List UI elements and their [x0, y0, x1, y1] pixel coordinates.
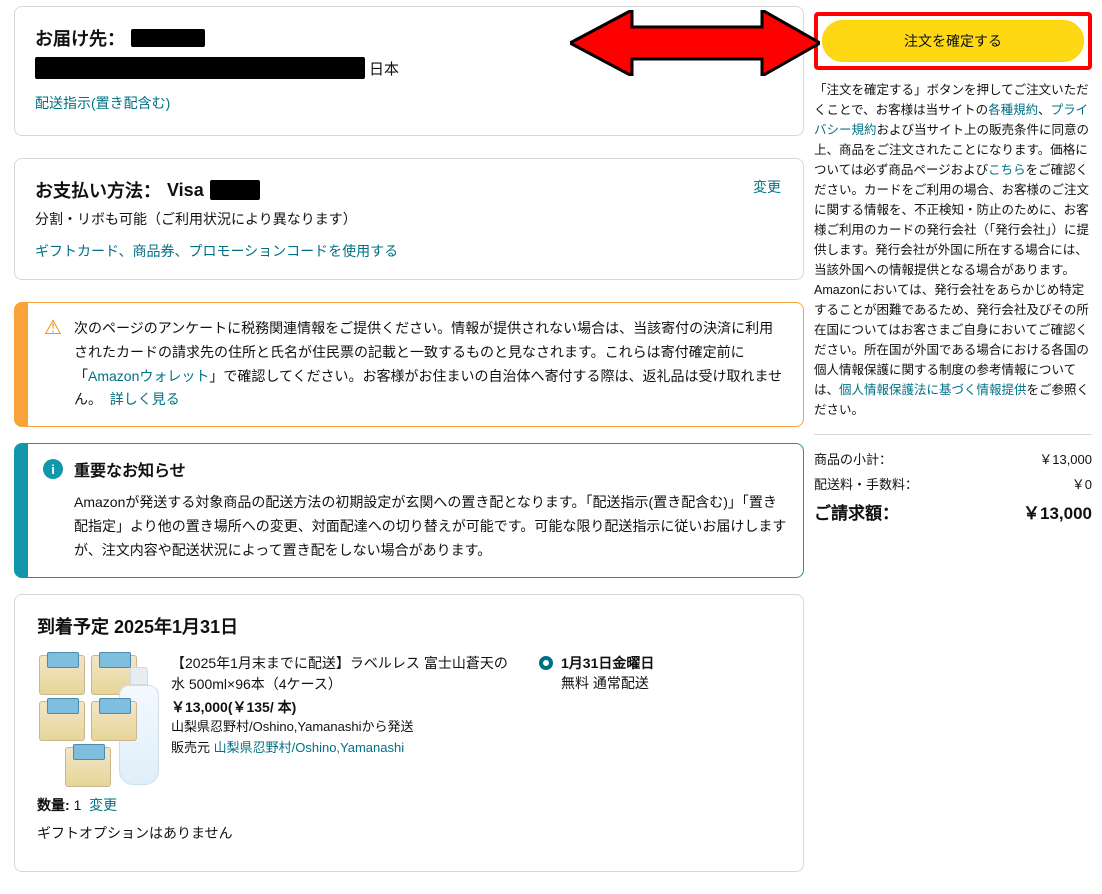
- qty-label: 数量:: [37, 797, 74, 813]
- total-label: ご請求額：: [814, 499, 899, 524]
- qty-change-link[interactable]: 変更: [89, 797, 117, 813]
- seller-prefix: 販売元: [171, 740, 214, 755]
- delivery-country: 日本: [369, 58, 399, 79]
- gift-code-link[interactable]: ギフトカード、商品券、プロモーションコードを使用する: [35, 243, 398, 259]
- delivery-address-redacted: [35, 57, 365, 79]
- legal-notice: 「注文を確定する」ボタンを押してご注文いただくことで、お客様は当サイトの各種規約…: [814, 80, 1092, 420]
- product-thumbnail: [37, 653, 157, 783]
- delivery-label: お届け先：: [35, 25, 125, 51]
- shipping-option-sub: 無料 通常配送: [561, 673, 781, 693]
- tax-warning-alert: ⚠ 次のページのアンケートに税務関連情報をご提供ください。情報が提供されない場合…: [14, 302, 804, 427]
- amazon-wallet-link[interactable]: Amazonウォレット: [88, 368, 209, 384]
- legal-comma: 、: [1038, 103, 1051, 117]
- product-ship-from: 山梨県忍野村/Oshino,Yamanashiから発送: [171, 717, 517, 738]
- tax-warning-more-link[interactable]: 詳しく見る: [110, 391, 180, 407]
- pp-law-link[interactable]: 個人情報保護法に基づく情報提供: [839, 383, 1027, 397]
- payment-method: Visa: [167, 180, 204, 201]
- legal-text-c: をご確認ください。カードをご利用の場合、お客様のご注文に関する情報を、不正検知・…: [814, 163, 1089, 397]
- here-link[interactable]: こちら: [988, 163, 1026, 177]
- subtotal-value: ￥13,000: [1039, 449, 1092, 468]
- shipping-option[interactable]: 1月31日金曜日: [539, 653, 781, 673]
- product-name: 【2025年1月末までに配送】ラベルレス 富士山蒼天の水 500ml×96本（4…: [171, 653, 517, 695]
- info-icon: i: [42, 458, 64, 480]
- subtotal-label: 商品の小計：: [814, 449, 892, 468]
- notice-title: 重要なお知らせ: [74, 458, 787, 485]
- notice-body: Amazonが発送する対象商品の配送方法の初期設定が玄関への置き配となります。「…: [74, 494, 786, 558]
- qty-value: 1: [74, 797, 82, 813]
- place-order-button[interactable]: 注文を確定する: [822, 20, 1084, 62]
- arrival-section: 到着予定 2025年1月31日 【2025年1月末までに配送】ラベルレス 富士山…: [14, 594, 804, 872]
- payment-card-redacted: [210, 180, 260, 200]
- payment-change-link[interactable]: 変更: [753, 177, 781, 197]
- payment-label: お支払い方法：: [35, 177, 161, 203]
- payment-installment-note: 分割・リボも可能（ご利用状況により異なります）: [35, 209, 783, 229]
- attention-arrow: [570, 10, 820, 76]
- shipping-label: 配送料・手数料：: [814, 474, 918, 493]
- terms-link[interactable]: 各種規約: [988, 103, 1038, 117]
- important-notice-alert: i 重要なお知らせ Amazonが発送する対象商品の配送方法の初期設定が玄関への…: [14, 443, 804, 578]
- warning-icon: ⚠: [42, 317, 64, 339]
- payment-section: 変更 お支払い方法： Visa 分割・リボも可能（ご利用状況により異なります） …: [14, 158, 804, 280]
- gift-option-text: ギフトオプションはありません: [37, 823, 781, 843]
- shipping-option-date: 1月31日金曜日: [561, 653, 654, 673]
- delivery-instructions-link[interactable]: 配送指示(置き配含む): [35, 95, 170, 111]
- total-value: ￥13,000: [1023, 499, 1092, 524]
- radio-selected-icon: [539, 656, 553, 670]
- product-price: ￥13,000(￥135/ 本): [171, 697, 517, 717]
- divider: [814, 434, 1092, 435]
- shipping-value: ￥0: [1072, 474, 1092, 493]
- delivery-name-redacted: [131, 29, 205, 47]
- seller-link[interactable]: 山梨県忍野村/Oshino,Yamanashi: [214, 740, 405, 755]
- place-order-highlight: 注文を確定する: [814, 12, 1092, 70]
- arrival-heading: 到着予定 2025年1月31日: [37, 613, 781, 639]
- order-summary-sidebar: 注文を確定する 「注文を確定する」ボタンを押してご注文いただくことで、お客様は当…: [814, 12, 1092, 530]
